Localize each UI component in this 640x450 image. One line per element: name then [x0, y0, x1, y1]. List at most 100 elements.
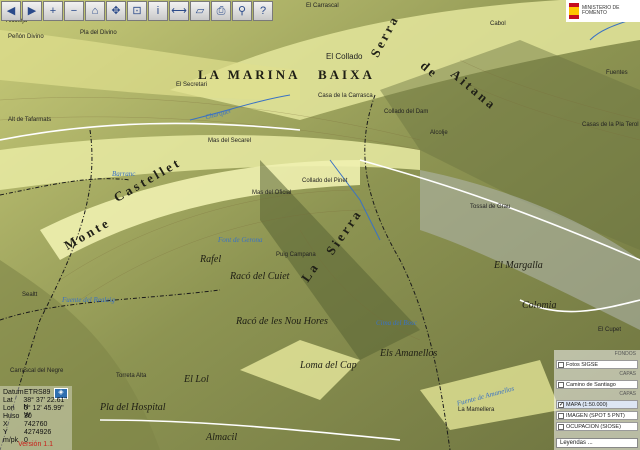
section-capas-1: CAPAS	[619, 371, 636, 377]
link-icon: ⚲	[237, 5, 247, 17]
label-alt-de-tafarmats: Alt de Tafarmats	[8, 117, 52, 123]
print-button[interactable]: ⎙	[211, 1, 231, 21]
label-sealtt: Sealtt	[22, 292, 38, 298]
arrow-right-icon: ▶	[27, 5, 37, 17]
x-row: X 742760	[3, 421, 47, 428]
label-fuente-del-realeig: Fuente del Realeig	[62, 296, 115, 304]
label-tossal-de-grau: Tossal de Grau	[470, 204, 511, 210]
label-colomia: Colomia	[522, 300, 557, 311]
y-row: Y 4274926	[3, 429, 51, 436]
y-label: Y	[3, 429, 8, 436]
map-toolbar: ◀ ▶ + − ⌂ ✥ ⊡ i ⟷ ▱ ⎙ ⚲?	[0, 0, 274, 24]
label-penon-divino: Peñón Divino	[8, 34, 44, 40]
label-fuentes: Fuentes	[606, 70, 628, 76]
layer-checkbox[interactable]	[558, 423, 564, 430]
help-button[interactable]: ?	[253, 1, 273, 21]
area-button[interactable]: ▱	[190, 1, 210, 21]
datum-value: ETRS89	[24, 389, 51, 396]
layer-checkbox[interactable]	[558, 381, 564, 388]
zoom-in-button[interactable]: +	[43, 1, 63, 21]
datum-label: Datum	[3, 389, 24, 396]
label-la-marina: LA MARINA	[198, 67, 301, 82]
huso-row: Huso 30	[3, 413, 32, 420]
datum-row: Datum ETRS89	[3, 389, 50, 396]
label-el-margalla: El Margalla	[494, 260, 543, 271]
section-capas-2: CAPAS	[619, 391, 636, 397]
label-el-cupet: El Cupet	[598, 327, 622, 333]
label-pico-campana: Puig Campana	[276, 252, 316, 258]
area-icon: ▱	[195, 5, 205, 17]
label-casas-pla-terol: Casas de la Pla Terol	[582, 122, 639, 128]
layers-panel: FONDOS Fotos SIGSE CAPAS Camino de Santi…	[554, 350, 640, 450]
label-rafel: Rafel	[200, 254, 222, 265]
version-label: Versión 1.1	[18, 441, 54, 448]
layer-label: Fotos SIGSE	[566, 361, 599, 368]
layer-checkbox[interactable]	[558, 412, 564, 419]
label-el-lol: El Lol	[184, 374, 209, 385]
x-label: X	[3, 421, 8, 428]
leyendas-link[interactable]: Leyendas ...	[556, 438, 638, 448]
label-collado-del-pinet: Collado del Pinet	[302, 178, 348, 184]
zoom-out-icon: −	[70, 5, 78, 17]
label-cabol: Cabol	[490, 21, 506, 27]
label-loma-del-cap: Loma del Cap	[300, 360, 357, 371]
x-value: 742760	[24, 421, 48, 428]
label-raco-del-cuiet: Racó del Cuiet	[230, 271, 290, 282]
zoom-out-button[interactable]: −	[64, 1, 84, 21]
label-raco-de-les-nou-hores: Racó de les Nou Hores	[236, 316, 328, 327]
ministry-logo: MINISTERIO DE FOMENTO	[566, 0, 640, 22]
layer-label: MAPA (1:50.000)	[566, 401, 608, 408]
layer-row-capa2-2[interactable]: OCUPACION (SIOSE)	[556, 422, 638, 431]
section-fondos: FONDOS	[614, 351, 636, 357]
layer-checkbox-checked[interactable]: ✓	[558, 401, 564, 408]
label-la-mamellera: La Mamellera	[458, 407, 495, 413]
zoom-box-icon: ⊡	[132, 5, 142, 17]
layer-row-capa2-0[interactable]: ✓ MAPA (1:50.000)	[556, 400, 638, 409]
home-button[interactable]: ⌂	[85, 1, 105, 21]
layer-row-capa2-1[interactable]: IMAGEN (SPOT 5 PNT)	[556, 411, 638, 420]
label-mas-del-secarel: Mas del Secarel	[208, 138, 252, 144]
layer-label: Camino de Santiago	[566, 381, 616, 388]
label-els-amanellos: Els Amanellos	[380, 348, 438, 359]
label-cima-del-bosc: Cima del Bosc	[376, 319, 417, 327]
layer-checkbox[interactable]	[558, 361, 564, 368]
label-mas-del-oficial: Mas del Oficial	[252, 190, 292, 196]
label-el-collado: El Collado	[326, 52, 363, 61]
label-pla-del-divino: Pla del Divino	[80, 30, 117, 36]
label-almacil: Almacil	[206, 432, 238, 443]
help-icon: ?	[259, 5, 267, 17]
layer-row-capa1-0[interactable]: Camino de Santiago	[556, 380, 638, 389]
label-barranc: Barranc	[112, 170, 136, 178]
pan-icon: ✥	[111, 5, 121, 17]
huso-value: 30	[24, 413, 32, 420]
label-el-carrascal: El Carrascal	[306, 3, 339, 9]
logo-text: MINISTERIO DE FOMENTO	[582, 5, 620, 16]
label-collado-del-dam: Collado del Dam	[384, 109, 429, 115]
layer-row-fondo-0[interactable]: Fotos SIGSE	[556, 360, 638, 369]
label-pla-del-hospital: Pla del Hospital	[100, 402, 166, 413]
arrow-left-button[interactable]: ◀	[1, 1, 21, 21]
arrow-left-icon: ◀	[6, 5, 16, 17]
label-torreta-alta: Torreta Alta	[116, 373, 147, 379]
home-icon: ⌂	[91, 5, 99, 17]
spain-flag-icon	[569, 3, 579, 19]
measure-button[interactable]: ⟷	[169, 1, 189, 21]
print-icon: ⎙	[216, 5, 226, 17]
huso-label: Huso	[3, 413, 20, 420]
label-font-de-gerona: Font de Gerona	[218, 236, 263, 244]
layer-label: OCUPACION (SIOSE)	[566, 423, 621, 430]
label-la-carrasca: Casa de la Carrasca	[318, 93, 373, 99]
layer-label: IMAGEN (SPOT 5 PNT)	[566, 412, 625, 419]
measure-icon: ⟷	[171, 5, 187, 17]
info-button[interactable]: i	[148, 1, 168, 21]
zoom-box-button[interactable]: ⊡	[127, 1, 147, 21]
info-icon: i	[156, 5, 160, 17]
label-baixa: BAIXA	[318, 67, 375, 82]
label-alcolje: Alcolje	[430, 130, 448, 136]
link-button[interactable]: ⚲	[232, 1, 252, 21]
pan-button[interactable]: ✥	[106, 1, 126, 21]
label-el-secretari: El Secretari	[176, 82, 208, 88]
label-carrascal-negre: Carrascal del Negre	[10, 368, 64, 374]
zoom-in-icon: +	[49, 5, 57, 17]
arrow-right-button[interactable]: ▶	[22, 1, 42, 21]
